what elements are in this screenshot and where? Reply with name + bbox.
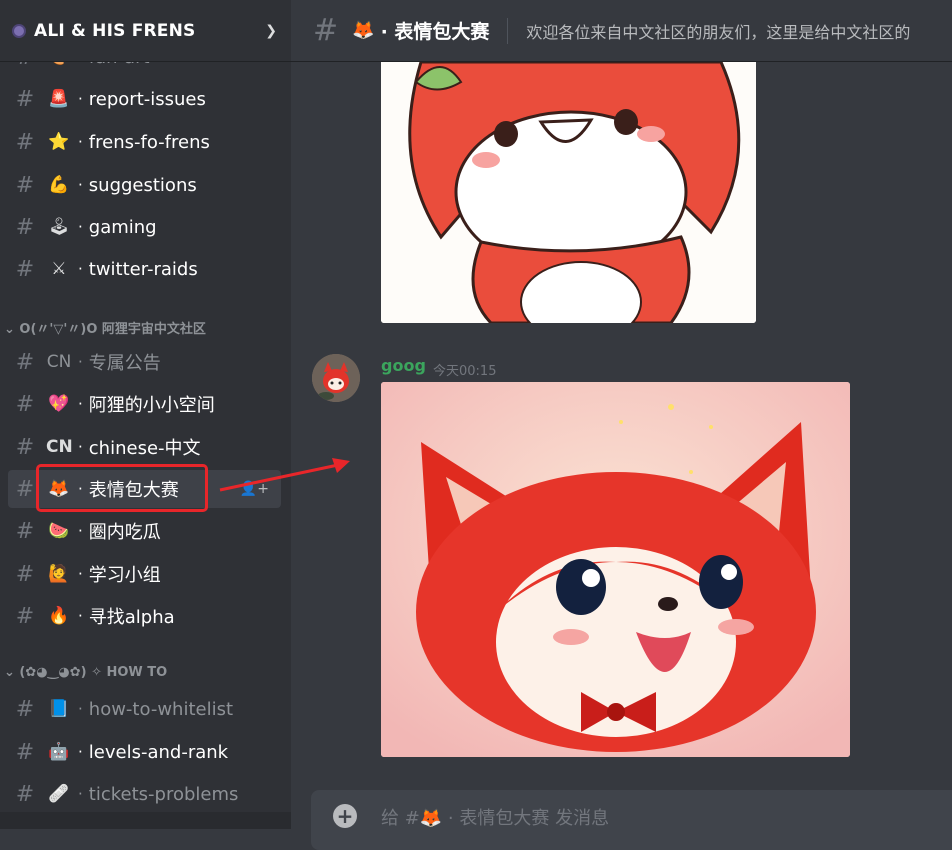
- hash-icon: #: [15, 172, 35, 198]
- hash-icon: #: [15, 256, 35, 282]
- ali-fox-image: [381, 382, 850, 757]
- channel-label: how-to-whitelist: [88, 698, 234, 720]
- fire-icon: 🔥: [48, 606, 70, 626]
- category-chinese-community[interactable]: ⌄ O(〃'▽'〃)O 阿狸宇宙中文社区: [4, 318, 206, 337]
- add-attachment-icon[interactable]: +: [333, 804, 357, 828]
- hash-icon: #: [15, 696, 35, 722]
- heart-icon: 💖: [48, 394, 70, 414]
- siren-icon: 🚨: [48, 89, 70, 109]
- hash-icon: #: [15, 391, 35, 417]
- watermelon-icon: 🍉: [48, 521, 70, 541]
- muscle-icon: 💪: [48, 175, 70, 195]
- cartoon-fox-image: [381, 62, 756, 323]
- hash-icon: #: [15, 86, 35, 112]
- channel-label: 圈内吃瓜: [88, 522, 161, 543]
- channel-find-alpha[interactable]: # 🔥 · 寻找alpha: [8, 597, 281, 635]
- hash-icon: #: [15, 434, 35, 460]
- channel-label: suggestions: [88, 174, 197, 196]
- channel-label: 寻找alpha: [88, 607, 175, 628]
- robot-icon: 🤖: [48, 742, 70, 762]
- channel-ali-space[interactable]: # 💖 · 阿狸的小小空间: [8, 385, 281, 423]
- avatar[interactable]: [312, 354, 360, 402]
- cn-flag-icon: CN: [46, 437, 73, 457]
- category-how-to[interactable]: ⌄ (✿◕‿◕✿) ✧ HOW TO: [4, 665, 167, 680]
- hash-icon: #: [15, 214, 35, 240]
- chevron-down-icon[interactable]: ❯: [265, 23, 277, 39]
- channel-study-group[interactable]: # 🙋 · 学习小组: [8, 555, 281, 593]
- star-icon: ⭐: [48, 132, 70, 152]
- chevron-down-icon: ⌄: [4, 322, 20, 337]
- header-divider: [507, 17, 509, 44]
- message-timestamp: 今天00:15: [433, 364, 497, 379]
- channel-levels-and-rank[interactable]: # 🤖 · levels-and-rank: [8, 733, 281, 771]
- channel-title: · 表情包大赛: [380, 21, 490, 43]
- hash-icon: #: [313, 13, 339, 48]
- avatar-image: [312, 354, 360, 402]
- channel-label: levels-and-rank: [88, 741, 229, 763]
- channel-suggestions[interactable]: # 💪 · suggestions: [8, 166, 281, 204]
- cn-flag-icon: CN: [46, 352, 72, 372]
- user-panel: [0, 812, 291, 829]
- channel-frens-fo-frens[interactable]: # ⭐ · frens-fo-frens: [8, 123, 281, 161]
- bandage-icon: 🩹: [48, 784, 70, 804]
- channel-sidebar: ALI & HIS FRENS ❯ # 🎨 · fan-art # 🚨 · re…: [0, 0, 291, 829]
- hash-icon: #: [15, 739, 35, 765]
- channel-label: 阿狸的小小空间: [88, 395, 215, 416]
- server-header[interactable]: ALI & HIS FRENS ❯: [0, 0, 291, 62]
- hash-icon: #: [15, 129, 35, 155]
- channel-label: report-issues: [88, 88, 206, 110]
- message-input-placeholder: 给 #🦊 · 表情包大赛 发消息: [381, 808, 610, 829]
- server-badge-icon: [12, 23, 26, 38]
- image-attachment[interactable]: [381, 382, 850, 757]
- message-author[interactable]: goog: [381, 356, 426, 375]
- channel-topic[interactable]: 欢迎各位来自中文社区的朋友们，这里是给中文社区的: [526, 19, 910, 43]
- channel-announcements-cn[interactable]: # CN · 专属公告: [8, 343, 281, 381]
- channel-label: gaming: [88, 216, 157, 238]
- arrow-annotation: [219, 458, 350, 492]
- hash-icon: #: [15, 781, 35, 807]
- fox-icon: 🦊: [352, 20, 375, 41]
- chat-header: # 🦊 · 表情包大赛 欢迎各位来自中文社区的朋友们，这里是给中文社区的: [291, 0, 952, 62]
- channel-label: chinese-中文: [88, 438, 201, 459]
- chevron-down-icon: ⌄: [4, 665, 20, 680]
- raised-hand-icon: 🙋: [48, 564, 70, 584]
- channel-label: frens-fo-frens: [88, 131, 210, 153]
- joystick-icon: 🕹: [48, 217, 70, 237]
- channel-label: 学习小组: [88, 565, 161, 586]
- crossed-swords-icon: ⚔: [51, 259, 67, 279]
- server-name: ALI & HIS FRENS: [34, 20, 196, 41]
- book-icon: 📘: [48, 699, 70, 719]
- channel-twitter-raids[interactable]: # ⚔ · twitter-raids: [8, 250, 281, 288]
- hash-icon: #: [15, 603, 35, 629]
- channel-report-issues[interactable]: # 🚨 · report-issues: [8, 80, 281, 118]
- highlight-annotation: [36, 464, 208, 512]
- hash-icon: #: [15, 518, 35, 544]
- channel-tickets-problems[interactable]: # 🩹 · tickets-problems: [8, 775, 281, 813]
- channel-label: twitter-raids: [88, 258, 198, 280]
- channel-gaming[interactable]: # 🕹 · gaming: [8, 208, 281, 246]
- channel-gossip[interactable]: # 🍉 · 圈内吃瓜: [8, 512, 281, 550]
- hash-icon: #: [15, 561, 35, 587]
- channel-label: tickets-problems: [88, 783, 239, 805]
- channel-label: 专属公告: [88, 353, 161, 374]
- hash-icon: #: [15, 349, 35, 375]
- image-attachment[interactable]: [381, 62, 756, 323]
- channel-how-to-whitelist[interactable]: # 📘 · how-to-whitelist: [8, 690, 281, 728]
- message-input[interactable]: + 给 #🦊 · 表情包大赛 发消息: [311, 790, 952, 850]
